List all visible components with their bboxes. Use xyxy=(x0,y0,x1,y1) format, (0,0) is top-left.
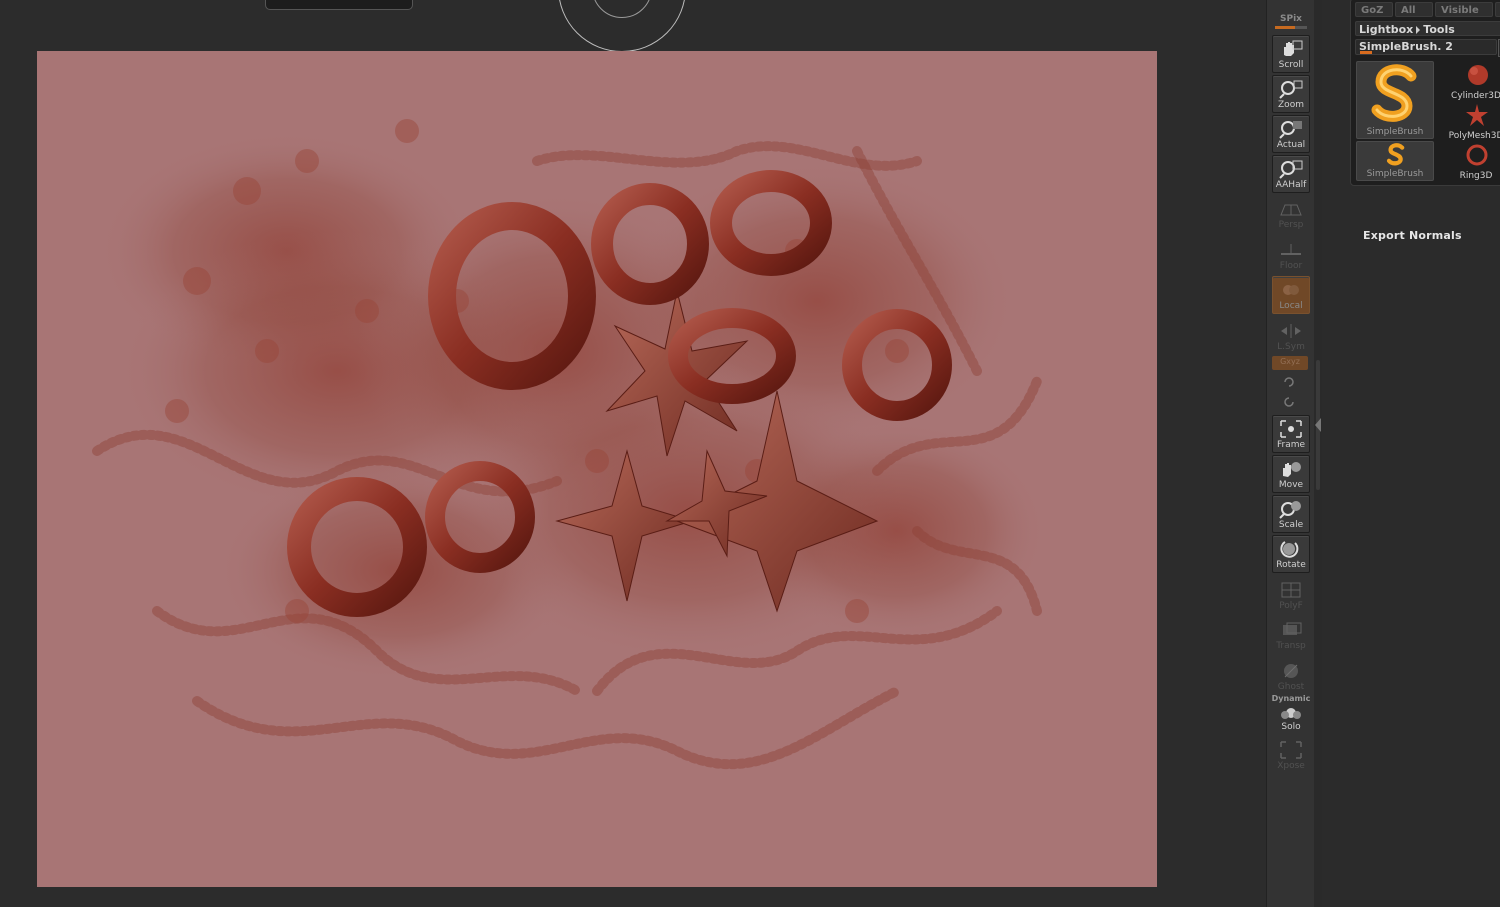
local-button[interactable]: Local xyxy=(1272,276,1310,314)
simplebrush-s-icon-small xyxy=(1386,143,1405,166)
tool-thumbnail-small[interactable]: SimpleBrush xyxy=(1356,141,1434,181)
rotate-small-icon[interactable] xyxy=(1283,376,1295,388)
spix-label: SPix xyxy=(1280,14,1302,24)
solo-icon xyxy=(1281,708,1301,719)
magnifier-aahalf-icon xyxy=(1279,160,1303,179)
sculpt-artwork xyxy=(92,119,1047,770)
tool-panel: GoZ All Visible Lightbox Tools SimpleBrus… xyxy=(1350,0,1500,186)
transp-button[interactable]: Transp xyxy=(1272,616,1310,654)
rotate-button[interactable]: Rotate xyxy=(1272,535,1310,573)
move-hand-icon xyxy=(1283,462,1301,477)
move-button[interactable]: Move xyxy=(1272,455,1310,493)
floor-icon xyxy=(1281,244,1301,255)
lightbox-tools-breadcrumb[interactable]: Lightbox Tools xyxy=(1355,21,1500,36)
hand-icon xyxy=(1284,40,1303,56)
all-button[interactable]: All xyxy=(1395,2,1433,17)
spix-slider[interactable] xyxy=(1275,26,1307,29)
tool-polymesh3d[interactable]: PolyMesh3D xyxy=(1446,101,1500,141)
polymesh3d-star-icon xyxy=(1466,104,1488,126)
goz-button[interactable]: GoZ xyxy=(1355,2,1393,17)
grid-perspective-icon xyxy=(1280,204,1302,216)
tool-ring3d[interactable]: Ring3D xyxy=(1446,141,1500,181)
rotate-small-icon-2[interactable] xyxy=(1283,396,1295,408)
export-normals-label[interactable]: Export Normals xyxy=(1363,229,1462,242)
gxyz-toggle[interactable]: Gxyz xyxy=(1272,356,1308,370)
tool-cylinder3d[interactable]: Cylinder3D xyxy=(1446,61,1500,101)
magnifier-actual-icon xyxy=(1279,121,1302,139)
frame-button[interactable]: Frame xyxy=(1272,415,1310,453)
ghost-icon xyxy=(1284,664,1298,678)
tool-palette: GoZ All Visible Lightbox Tools SimpleBrus… xyxy=(1322,0,1500,907)
aahalf-button[interactable]: AAHalf xyxy=(1272,155,1310,193)
transparency-icon xyxy=(1283,622,1302,635)
actual-button[interactable]: Actual xyxy=(1272,115,1310,153)
lsym-button[interactable]: L.Sym xyxy=(1272,317,1310,355)
solo-button[interactable]: Solo xyxy=(1272,697,1310,735)
simplebrush-s-icon xyxy=(1371,64,1417,122)
polyframe-icon xyxy=(1281,582,1301,598)
extra-button[interactable] xyxy=(1495,2,1500,17)
floor-button[interactable]: Floor xyxy=(1272,236,1310,274)
local-icon xyxy=(1283,285,1299,295)
symmetry-icon xyxy=(1281,324,1301,338)
visible-button[interactable]: Visible xyxy=(1435,2,1493,17)
persp-button[interactable]: Persp xyxy=(1272,195,1310,233)
lightbox-link[interactable]: Lightbox xyxy=(1359,23,1413,36)
right-shelf: SPix Scroll Zoom Actual AAHalf Persp Flo… xyxy=(1266,0,1316,907)
polyf-button[interactable]: PolyF xyxy=(1272,576,1310,614)
xpose-button[interactable]: Xpose xyxy=(1272,736,1310,774)
tool-thumbnail-large[interactable]: SimpleBrush xyxy=(1356,61,1434,139)
tray-collapse-arrow[interactable] xyxy=(1315,418,1321,432)
scale-icon xyxy=(1279,501,1301,519)
xpose-icon xyxy=(1280,741,1302,759)
viewport[interactable] xyxy=(0,0,1266,907)
current-tool-name[interactable]: SimpleBrush. 2 xyxy=(1355,39,1497,55)
scale-button[interactable]: Scale xyxy=(1272,495,1310,533)
ghost-button[interactable]: Ghost xyxy=(1272,657,1310,695)
tools-link[interactable]: Tools xyxy=(1423,23,1454,36)
cylinder3d-icon xyxy=(1468,65,1488,85)
frame-icon xyxy=(1280,420,1302,438)
top-tab[interactable] xyxy=(265,0,413,10)
rotate-icon xyxy=(1280,541,1299,558)
tool-slider[interactable] xyxy=(1360,51,1372,54)
document-canvas[interactable] xyxy=(37,51,1157,887)
ring3d-icon xyxy=(1466,144,1488,166)
scroll-button[interactable]: Scroll xyxy=(1272,35,1310,73)
zoom-button[interactable]: Zoom xyxy=(1272,75,1310,113)
magnifier-icon xyxy=(1279,80,1303,99)
breadcrumb-arrow-icon xyxy=(1416,26,1421,34)
